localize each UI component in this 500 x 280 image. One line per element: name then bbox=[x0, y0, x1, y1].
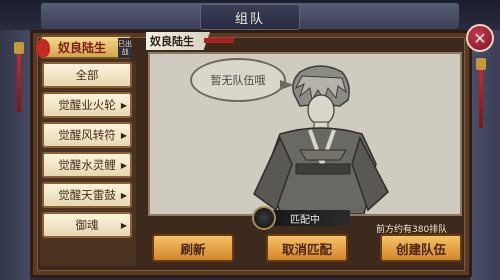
menu-item-water-carp[interactable]: 觉醒水灵鲤 ▶ bbox=[42, 152, 132, 178]
create-team-button-label: 创建队伍 bbox=[395, 241, 446, 257]
cancel-match-button[interactable]: 取消匹配 bbox=[266, 234, 348, 262]
page-title: 组队 bbox=[234, 11, 265, 27]
menu-item-label: 觉醒风转符 bbox=[58, 128, 116, 142]
chevron-right-icon: ▶ bbox=[120, 161, 127, 170]
cancel-match-button-label: 取消匹配 bbox=[281, 241, 332, 257]
menu-item-label: 觉醒天雷鼓 bbox=[58, 188, 116, 202]
matching-status-text: 匹配中 bbox=[290, 214, 320, 226]
title-plate: 组队 bbox=[200, 4, 300, 30]
character-badge-icon bbox=[36, 39, 50, 57]
menu-item-label: 御魂 bbox=[75, 218, 99, 232]
chevron-right-icon: ▶ bbox=[120, 131, 127, 140]
chevron-right-icon: ▶ bbox=[120, 101, 127, 110]
ribbon-decoration bbox=[204, 38, 234, 43]
close-button[interactable]: ✕ bbox=[466, 24, 494, 52]
menu-item-fire-wheel[interactable]: 觉醒业火轮 ▶ bbox=[42, 92, 132, 118]
menu-item-label: 全部 bbox=[75, 68, 99, 82]
menu-item-all[interactable]: 全部 bbox=[42, 62, 132, 88]
menu-item-soul[interactable]: 御魂 ▶ bbox=[42, 212, 132, 238]
create-team-button[interactable]: 创建队伍 bbox=[380, 234, 462, 262]
chevron-right-icon: ▶ bbox=[120, 191, 127, 200]
empty-team-text: 暂无队伍哦 bbox=[210, 74, 266, 87]
menu-item-label: 觉醒业火轮 bbox=[58, 98, 116, 112]
refresh-button-label: 刷新 bbox=[180, 241, 206, 257]
category-menu: 全部 觉醒业火轮 ▶ 觉醒风转符 ▶ 觉醒水灵鲤 ▶ 觉醒天雷鼓 ▶ 御魂 ▶ bbox=[40, 60, 136, 266]
character-status-tag: 已出战 bbox=[118, 38, 132, 58]
magnifier-icon bbox=[252, 206, 276, 230]
left-tassel-icon bbox=[14, 42, 24, 112]
menu-item-label: 觉醒水灵鲤 bbox=[58, 158, 116, 172]
character-name: 奴良陆生 bbox=[58, 40, 107, 55]
right-tassel-icon bbox=[476, 58, 486, 128]
team-leader-name: 奴良陆生 bbox=[146, 32, 210, 50]
menu-item-thunder-drum[interactable]: 觉醒天雷鼓 ▶ bbox=[42, 182, 132, 208]
chevron-right-icon: ▶ bbox=[120, 221, 127, 230]
refresh-button[interactable]: 刷新 bbox=[152, 234, 234, 262]
menu-item-wind-talisman[interactable]: 觉醒风转符 ▶ bbox=[42, 122, 132, 148]
empty-team-message: 暂无队伍哦 bbox=[190, 58, 294, 102]
close-icon: ✕ bbox=[473, 28, 487, 48]
